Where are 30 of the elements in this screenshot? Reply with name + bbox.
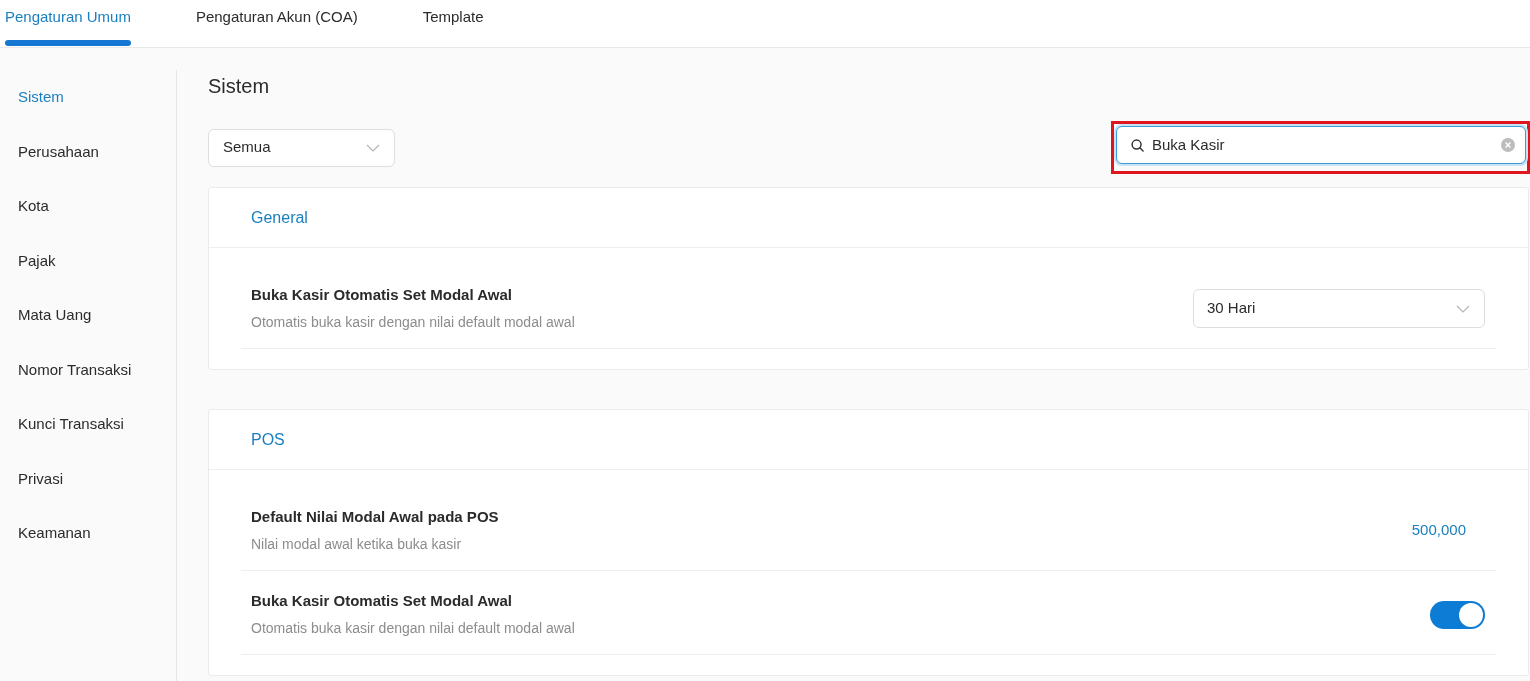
sidebar-item[interactable]: Kota [0,179,176,234]
sidebar-item[interactable]: Sistem [0,70,176,125]
search-text: Buka Kasir [1152,134,1226,155]
period-dropdown[interactable]: 30 Hari [1193,289,1485,328]
tab[interactable]: Template [422,0,484,47]
toggle-switch[interactable] [1430,600,1485,629]
chevron-down-icon [1456,304,1470,313]
section-title: General [251,207,308,228]
sidebar-item[interactable]: Nomor Transaksi [0,342,176,397]
tab[interactable]: Pengaturan Akun (COA) [195,0,358,47]
setting-description: Otomatis buka kasir dengan nilai default modal awal [251,619,575,638]
sidebar-item[interactable]: Keamanan [0,506,176,561]
setting-description: Otomatis buka kasir dengan nilai default modal awal [251,313,575,332]
sidebar-item[interactable]: Privasi [0,451,176,506]
setting-title: Default Nilai Modal Awal pada POS [251,507,499,527]
chevron-down-icon [366,143,380,152]
section-title: POS [251,429,285,450]
setting-description: Nilai modal awal ketika buka kasir [251,535,463,554]
search-field[interactable]: Buka Kasir [1116,126,1526,164]
tab[interactable]: Pengaturan Umum [5,0,131,47]
sidebar-item[interactable]: Mata Uang [0,288,176,343]
setting-title: Buka Kasir Otomatis Set Modal Awal [251,285,513,305]
sidebar-item[interactable]: Perusahaan [0,124,176,179]
search-icon [1131,138,1144,152]
filter-dropdown[interactable]: Semua [208,128,395,167]
amount-value[interactable]: 500,000 [1411,519,1466,542]
page-title: Sistem [208,74,270,99]
setting-title: Buka Kasir Otomatis Set Modal Awal [251,591,513,611]
sidebar-item[interactable]: Pajak [0,233,176,288]
sidebar-item[interactable]: Kunci Transaksi [0,397,176,452]
